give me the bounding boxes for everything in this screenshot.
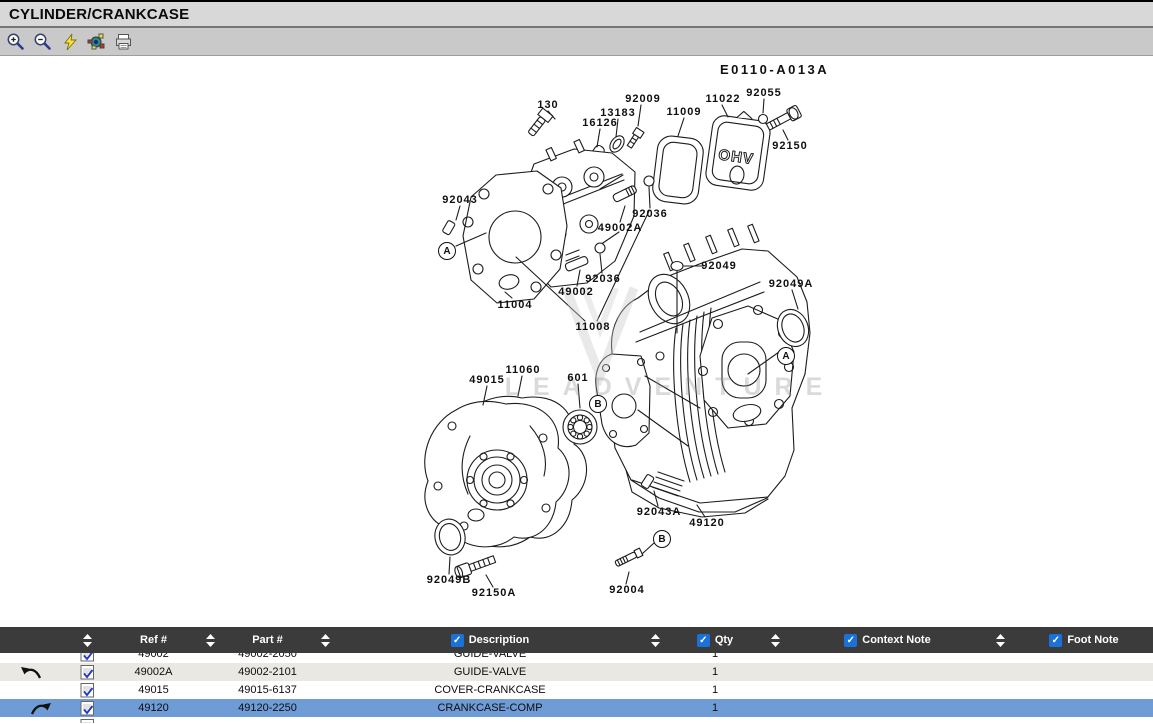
part-detail-icon[interactable] — [80, 700, 95, 716]
callout-a: A — [777, 347, 795, 365]
part-number-label[interactable]: 92049B — [427, 574, 472, 586]
zoom-in-icon[interactable] — [5, 31, 26, 52]
part-cell[interactable]: 49002-2050 — [225, 653, 310, 663]
description-cell[interactable]: COVER-CRANKCASE — [340, 681, 640, 699]
qty-column-checkbox[interactable] — [697, 634, 710, 647]
flash-icon[interactable] — [59, 31, 80, 52]
part-cell[interactable]: 49002-2101 — [225, 663, 310, 681]
part-detail-icon[interactable] — [80, 653, 95, 662]
description-cell[interactable]: CRANKCASE-COMP — [340, 699, 640, 717]
ref-cell[interactable]: 49120 — [112, 699, 195, 717]
part-number-label[interactable]: 92150 — [772, 140, 808, 152]
part-number-label[interactable]: 13183 — [600, 107, 636, 119]
part-number-label[interactable]: 92004 — [609, 584, 645, 596]
part-number-label[interactable]: 92036 — [632, 208, 668, 220]
table-body: 49002 49002-2050 GUIDE-VALVE 1 49002A 49002-2… — [0, 653, 1153, 723]
part-detail-icon[interactable] — [80, 718, 95, 723]
part-cell[interactable]: 49120-2250 — [225, 699, 310, 717]
description-column-checkbox[interactable] — [451, 634, 464, 647]
parts-table: Ref # Part # Description Qty Context Not… — [0, 627, 1153, 723]
ref-cell[interactable]: 49002A — [112, 663, 195, 681]
column-header-qty[interactable]: Qty — [715, 634, 733, 646]
part-number-label[interactable]: 92036 — [585, 273, 621, 285]
part-highlight-icon[interactable] — [86, 31, 107, 52]
part-detail-icon[interactable] — [80, 682, 95, 698]
part-number-label[interactable]: 11009 — [667, 106, 702, 118]
column-header-description[interactable]: Description — [469, 634, 530, 646]
qty-cell[interactable]: 1 — [670, 663, 760, 681]
ref-cell[interactable]: 49002 — [112, 653, 195, 663]
back-reference-arrow-icon[interactable] — [19, 665, 43, 680]
foot-note-column-checkbox[interactable] — [1049, 634, 1062, 647]
print-icon[interactable] — [113, 31, 134, 52]
column-header-context-note[interactable]: Context Note — [862, 634, 930, 646]
part-number-label[interactable]: 92043 — [442, 194, 478, 206]
description-cell[interactable]: GUIDE-VALVE — [340, 653, 640, 663]
column-header-part[interactable]: Part # — [252, 634, 283, 646]
context-note-column-checkbox[interactable] — [844, 634, 857, 647]
ref-cell[interactable]: 49015 — [112, 681, 195, 699]
part-cell[interactable]: 49015-6137 — [225, 681, 310, 699]
table-row[interactable] — [0, 717, 1153, 723]
part-number-label[interactable]: 92049 — [701, 260, 737, 272]
callout-b: B — [589, 395, 607, 413]
part-number-label[interactable]: 92049A — [769, 278, 814, 290]
table-header-row: Ref # Part # Description Qty Context Not… — [0, 627, 1153, 653]
column-header-foot-note[interactable]: Foot Note — [1067, 634, 1118, 646]
qty-cell[interactable]: 1 — [670, 699, 760, 717]
page-title: CYLINDER/CRANKCASE — [9, 6, 189, 23]
zoom-out-icon[interactable] — [32, 31, 53, 52]
watermark-text: LEADVENTURE — [498, 373, 842, 402]
part-number-label[interactable]: 92043A — [637, 506, 682, 518]
part-number-label[interactable]: 11022 — [706, 93, 741, 105]
part-number-label[interactable]: 601 — [567, 372, 588, 384]
part-number-label[interactable]: 11060 — [506, 364, 541, 376]
sort-icon[interactable] — [996, 634, 1005, 647]
qty-cell[interactable]: 1 — [670, 681, 760, 699]
callout-b: B — [653, 530, 671, 548]
diagram-toolbar — [0, 28, 1153, 56]
sort-icon[interactable] — [83, 634, 92, 647]
forward-reference-arrow-icon[interactable] — [29, 701, 53, 716]
part-number-label[interactable]: 49002 — [558, 286, 594, 298]
table-row[interactable]: 49015 49015-6137 COVER-CRANKCASE 1 — [0, 681, 1153, 699]
sort-icon[interactable] — [771, 634, 780, 647]
part-detail-icon[interactable] — [80, 664, 95, 680]
part-number-label[interactable]: 92150A — [472, 587, 517, 599]
callout-a: A — [438, 242, 456, 260]
title-bar: CYLINDER/CRANKCASE — [0, 0, 1153, 28]
sort-icon[interactable] — [651, 634, 660, 647]
parts-diagram-canvas[interactable]: OHV — [0, 56, 1153, 627]
qty-cell[interactable]: 1 — [670, 653, 760, 663]
part-number-label[interactable]: 92009 — [625, 93, 661, 105]
part-number-label[interactable]: 130 — [537, 99, 558, 111]
part-number-label[interactable]: 49120 — [689, 517, 725, 529]
table-row[interactable]: 49120 49120-2250 CRANKCASE-COMP 1 — [0, 699, 1153, 717]
part-number-label[interactable]: 11004 — [498, 299, 533, 311]
description-cell[interactable]: GUIDE-VALVE — [340, 663, 640, 681]
part-number-label[interactable]: 49002A — [598, 222, 643, 234]
part-number-label[interactable]: 49015 — [469, 374, 505, 386]
column-header-ref[interactable]: Ref # — [140, 634, 167, 646]
sort-icon[interactable] — [206, 634, 215, 647]
table-row[interactable]: 49002A 49002-2101 GUIDE-VALVE 1 — [0, 663, 1153, 681]
sort-icon[interactable] — [321, 634, 330, 647]
table-row[interactable]: 49002 49002-2050 GUIDE-VALVE 1 — [0, 653, 1153, 663]
diagram-code: E0110-A013A — [720, 62, 829, 77]
part-number-label[interactable]: 92055 — [746, 87, 782, 99]
part-number-label[interactable]: 11008 — [576, 321, 611, 333]
